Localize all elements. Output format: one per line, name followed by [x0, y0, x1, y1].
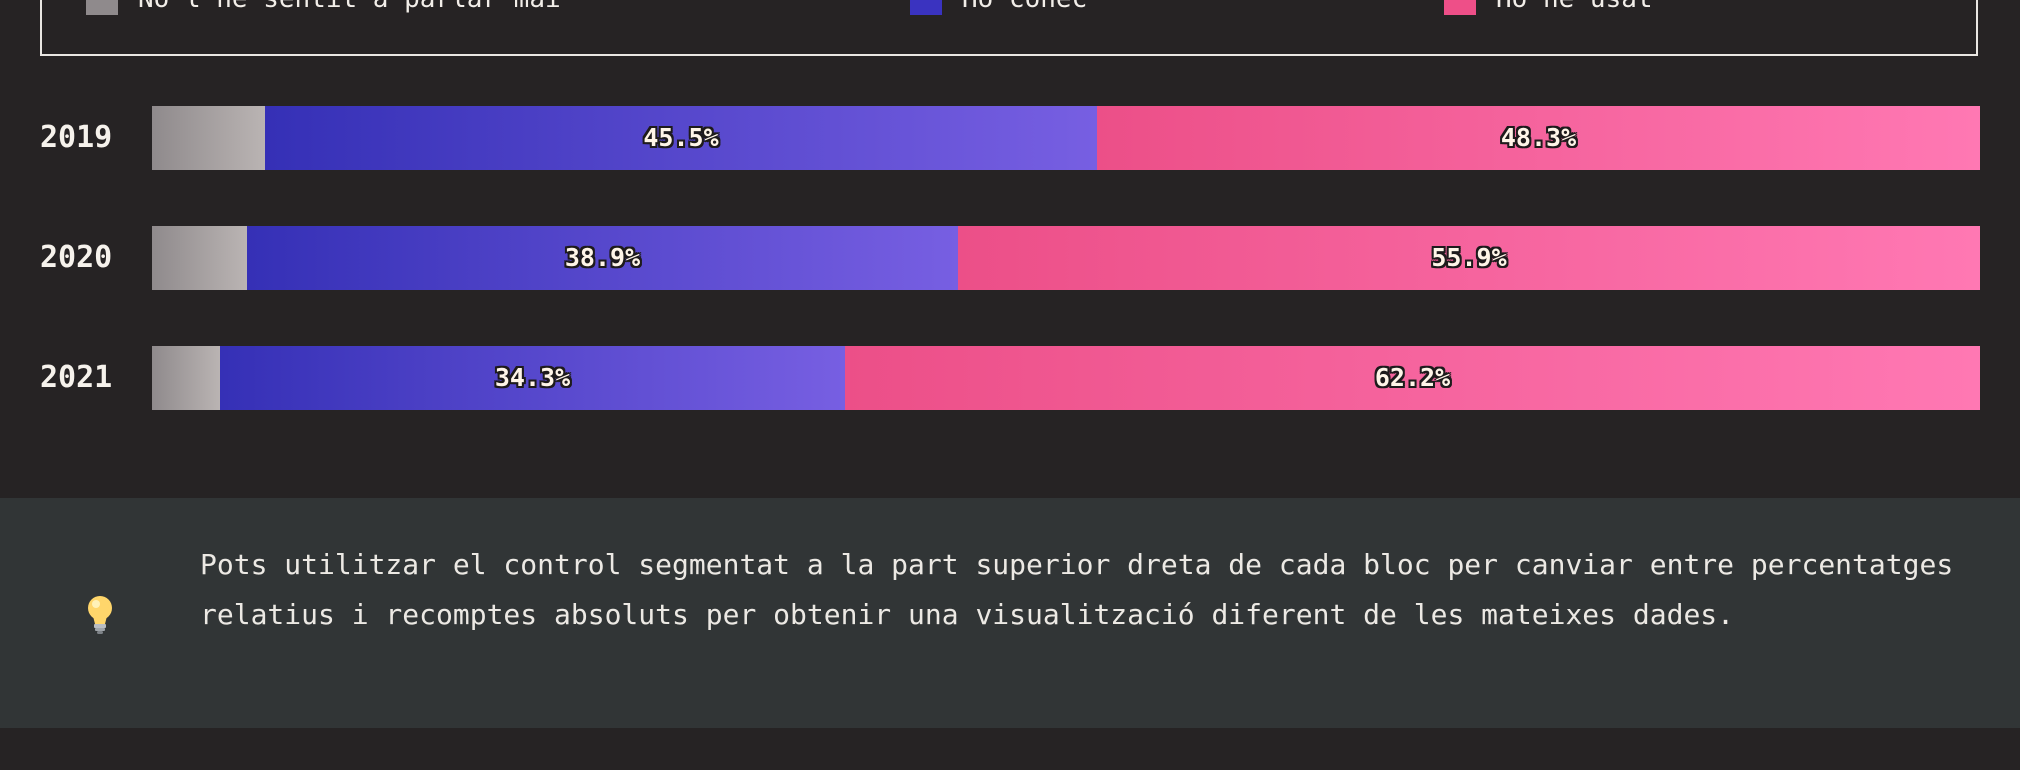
- data-label: 48.3%: [1500, 123, 1577, 152]
- stacked-bar: 45.5% 48.3%: [152, 106, 1980, 170]
- stacked-bar: 38.9% 55.9%: [152, 226, 1980, 290]
- legend-label-used-it: Ho he usat: [1496, 0, 1653, 14]
- bar-row-2019: 2019 45.5% 48.3%: [0, 106, 2020, 170]
- data-label: 45.5%: [643, 123, 719, 152]
- legend-item-know-it: Ho conec: [910, 0, 1087, 18]
- data-label: 38.9%: [564, 243, 641, 272]
- legend-item-used-it: Ho he usat: [1444, 0, 1653, 18]
- bar-row-2020: 2020 38.9% 55.9%: [0, 226, 2020, 290]
- lightbulb-icon: [88, 596, 112, 634]
- bar-row-2021: 2021 34.3% 62.2%: [0, 346, 2020, 410]
- data-label: 62.2%: [1374, 363, 1451, 392]
- bar-segment-not-heard: [152, 106, 265, 170]
- data-label: 34.3%: [494, 363, 571, 392]
- legend-label-not-heard: No l'he sentit a parlar mai: [138, 0, 561, 14]
- legend-swatch-used-it: [1444, 0, 1476, 15]
- legend-item-not-heard: No l'he sentit a parlar mai: [86, 0, 561, 18]
- stacked-bar: 34.3% 62.2%: [152, 346, 1980, 410]
- legend-swatch-know-it: [910, 0, 942, 15]
- bar-segment-not-heard: [152, 346, 220, 410]
- legend-swatch-not-heard: [86, 0, 118, 15]
- category-label: 2020: [40, 240, 113, 275]
- category-label: 2021: [40, 360, 113, 395]
- data-label: 55.9%: [1431, 243, 1507, 272]
- tip-box: Pots utilitzar el control segmentat a la…: [0, 498, 2020, 728]
- legend-label-know-it: Ho conec: [962, 0, 1087, 14]
- chart-legend: No l'he sentit a parlar mai Ho conec Ho …: [40, 0, 1978, 56]
- tip-text: Pots utilitzar el control segmentat a la…: [200, 548, 1954, 631]
- bar-segment-not-heard: [152, 226, 247, 290]
- category-label: 2019: [40, 120, 113, 155]
